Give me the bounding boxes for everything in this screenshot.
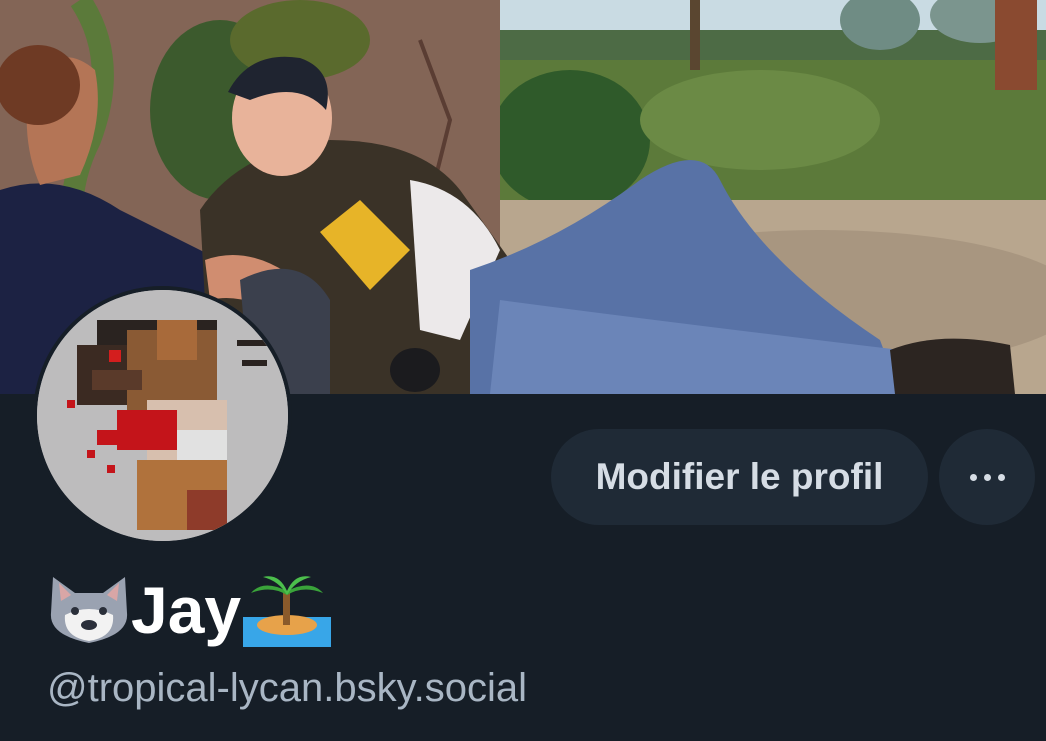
profile-handle: @tropical-lycan.bsky.social — [47, 666, 528, 710]
display-name-row: Jay — [45, 570, 332, 650]
edit-profile-button[interactable]: Modifier le profil — [551, 429, 928, 525]
display-name: Jay — [131, 573, 242, 647]
desert-island-emoji-icon — [243, 573, 332, 647]
wolf-face-emoji-icon — [45, 573, 133, 647]
avatar[interactable] — [33, 286, 292, 545]
pixel-wolf-avatar-image — [37, 290, 288, 541]
more-options-button[interactable] — [939, 429, 1035, 525]
ellipsis-icon — [969, 473, 1005, 481]
